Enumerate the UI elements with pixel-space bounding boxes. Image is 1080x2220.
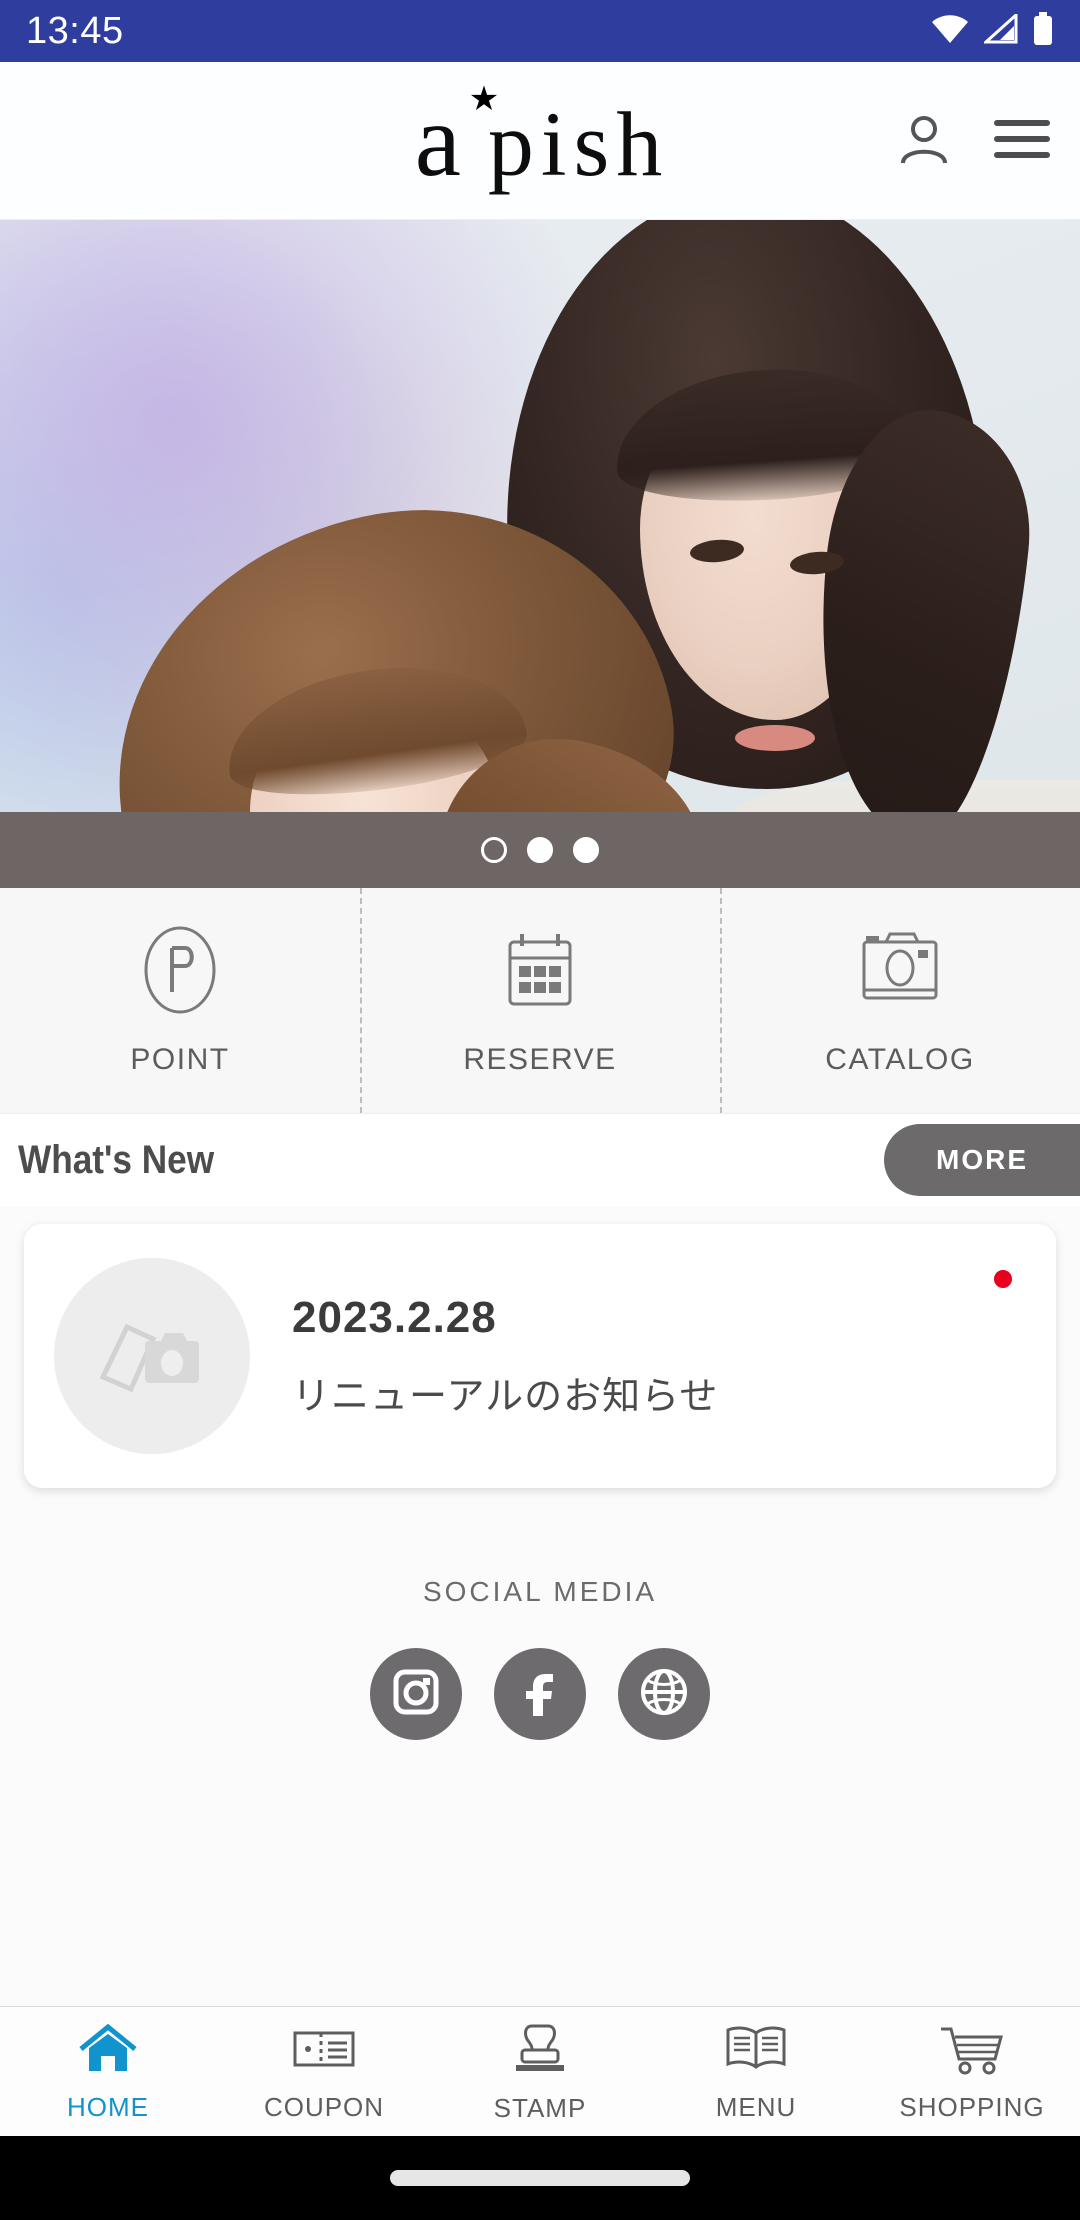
logo-letter-a: a: [414, 82, 463, 198]
bottom-tab-bar: HOME COUPON STAMP MENU SHOPPING: [0, 2006, 1080, 2136]
wifi-icon: [930, 14, 970, 49]
carousel-dot-2[interactable]: [527, 837, 553, 863]
tab-stamp[interactable]: STAMP: [432, 2020, 648, 2124]
hero-image: [0, 220, 1080, 888]
news-text-block: 2023.2.28 リニューアルのお知らせ: [292, 1293, 718, 1420]
quick-action-label: CATALOG: [825, 1043, 975, 1076]
logo-letters-pish: pish: [487, 92, 670, 195]
tab-menu[interactable]: MENU: [648, 2021, 864, 2123]
menu-button[interactable]: [992, 116, 1052, 165]
social-link-website[interactable]: [618, 1648, 710, 1740]
ticket-icon: [291, 2021, 357, 2082]
stamp-icon: [510, 2020, 570, 2083]
tab-label: COUPON: [263, 2091, 385, 2122]
camera-icon: [856, 924, 944, 1021]
status-icon-group: [930, 11, 1054, 51]
tab-shopping[interactable]: SHOPPING: [864, 2021, 1080, 2123]
social-link-facebook[interactable]: [494, 1648, 586, 1740]
tab-coupon[interactable]: COUPON: [216, 2021, 432, 2123]
quick-action-catalog[interactable]: CATALOG: [720, 888, 1080, 1113]
whats-new-header: What's New MORE: [0, 1114, 1080, 1206]
content-spacer: [0, 1740, 1080, 1910]
tab-home[interactable]: HOME: [0, 2021, 216, 2123]
battery-icon: [1032, 11, 1054, 51]
globe-icon: [637, 1665, 691, 1724]
point-p-circle-icon: [140, 924, 220, 1021]
account-button[interactable]: [896, 111, 952, 170]
home-gesture-pill[interactable]: [390, 2170, 690, 2186]
quick-actions-row: POINT RESERVE CATALOG: [0, 888, 1080, 1114]
open-book-icon: [722, 2021, 790, 2082]
app-screen: 13:45 ★ a pish POINT RESERVE CATALOG Wha…: [0, 0, 1080, 2220]
section-title: What's New: [18, 1137, 215, 1182]
calendar-icon: [500, 924, 580, 1021]
carousel-dot-1[interactable]: [481, 837, 507, 863]
social-media-title: SOCIAL MEDIA: [422, 1576, 658, 1607]
news-headline: リニューアルのお知らせ: [292, 1375, 719, 1418]
status-clock: 13:45: [26, 9, 124, 52]
logo-star-icon: ★: [468, 80, 502, 118]
whats-new-more-button[interactable]: MORE: [884, 1124, 1080, 1196]
carousel-indicator: [0, 812, 1080, 888]
cart-icon: [937, 2021, 1007, 2082]
whats-new-list: 2023.2.28 リニューアルのお知らせ: [0, 1206, 1080, 1498]
news-thumbnail: [54, 1258, 250, 1454]
social-links: [0, 1648, 1080, 1740]
instagram-icon: [390, 1666, 442, 1723]
app-header: ★ a pish: [0, 62, 1080, 220]
home-icon: [77, 2021, 139, 2082]
person-icon: [896, 111, 952, 170]
unread-badge: [994, 1270, 1012, 1288]
cellular-signal-icon: [982, 11, 1018, 49]
tab-label: SHOPPING: [899, 2091, 1045, 2122]
social-media-section: SOCIAL MEDIA: [0, 1498, 1080, 1740]
social-link-instagram[interactable]: [370, 1648, 462, 1740]
quick-action-label: RESERVE: [463, 1043, 617, 1076]
facebook-icon: [514, 1666, 566, 1723]
header-actions: [896, 62, 1052, 219]
carousel-dot-3[interactable]: [573, 837, 599, 863]
tab-label: MENU: [715, 2091, 797, 2122]
hero-carousel[interactable]: [0, 220, 1080, 888]
system-gesture-bar: [0, 2136, 1080, 2220]
news-date: 2023.2.28: [292, 1292, 497, 1342]
tab-label: HOME: [67, 2091, 149, 2122]
tab-label: STAMP: [493, 2092, 587, 2123]
quick-action-label: POINT: [130, 1043, 230, 1076]
status-bar: 13:45: [0, 0, 1080, 62]
quick-action-reserve[interactable]: RESERVE: [360, 888, 720, 1113]
hamburger-menu-icon: [992, 116, 1052, 165]
quick-action-point[interactable]: POINT: [0, 888, 360, 1113]
news-list-item[interactable]: 2023.2.28 リニューアルのお知らせ: [24, 1224, 1056, 1488]
photo-placeholder-icon: [97, 1311, 207, 1402]
